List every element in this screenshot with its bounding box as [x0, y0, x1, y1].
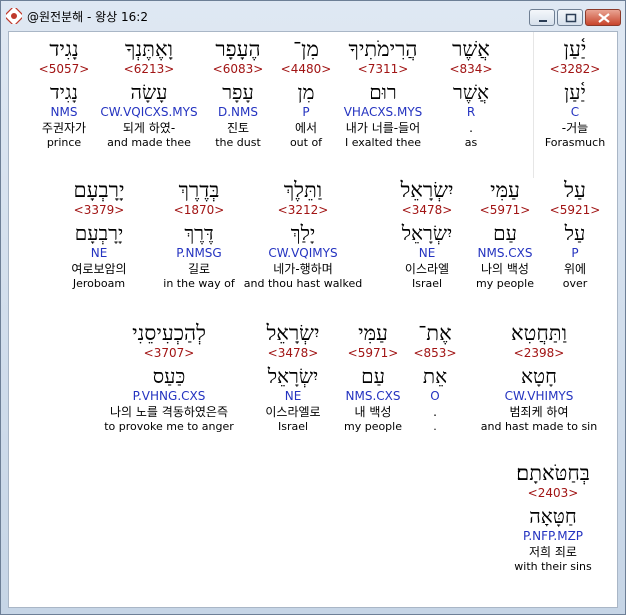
morphology-code: P.NFP.MZP — [522, 529, 584, 543]
strong-number[interactable]: <3707> — [84, 346, 254, 361]
morphology-code: NE — [90, 246, 108, 260]
korean-gloss: 여로보암의 — [71, 262, 127, 276]
word-entry[interactable]: לְהַכְעִיסֵנִי <3707> כַּעַס P.VHNG.CXS 나의 노… — [84, 320, 254, 434]
lemma-word: כַּעַס — [152, 364, 186, 388]
english-gloss: with their sins — [514, 560, 592, 573]
lemma-word: חַטָּאָה — [529, 504, 577, 528]
hebrew-word: בְּחַטֹּאתָם׃ — [516, 461, 590, 485]
window-title: @원전분해 - 왕상 16:2 — [27, 10, 148, 24]
word-entry[interactable]: בְּחַטֹּאתָם׃ <2403> חַטָּאָה P.NFP.MZP 저희 죄… — [468, 460, 617, 574]
strong-number[interactable]: <5057> — [9, 62, 149, 77]
korean-gloss: 나의 노를 격동하였은즉 — [109, 405, 229, 419]
minimize-icon — [539, 20, 547, 22]
hebrew-word: נָגִיד — [49, 37, 79, 61]
word-entry[interactable]: נָגִיד <5057> נָגִיד NMS 주권자가 prince — [9, 36, 149, 150]
app-icon — [6, 8, 22, 24]
english-gloss: to provoke me to anger — [104, 420, 234, 433]
close-button[interactable] — [585, 9, 621, 26]
close-icon — [598, 13, 610, 23]
maximize-button[interactable] — [557, 9, 583, 26]
app-window: @원전분해 - 왕상 16:2 יַ֫עַן <3282> יַ֫עַן C -거늘 Fo… — [0, 0, 626, 615]
strong-number[interactable]: <3379> — [14, 203, 184, 218]
english-gloss: prince — [46, 136, 82, 149]
word-entry[interactable]: יָרָבְעָם <3379> יָרָבְעָם NE 여로보암의 Jeroboam — [14, 177, 184, 291]
title-bar[interactable]: @원전분해 - 왕상 16:2 — [1, 1, 625, 31]
english-gloss: Jeroboam — [72, 277, 126, 290]
hebrew-word: לְהַכְעִיסֵנִי — [132, 321, 206, 345]
lemma-word: יָרָבְעָם — [74, 221, 124, 245]
morphology-code: NMS — [50, 105, 78, 119]
korean-gloss: 주권자가 — [41, 121, 87, 135]
lemma-word: נָגִיד — [50, 80, 78, 104]
hebrew-word: יָרָבְעָם — [73, 178, 125, 202]
minimize-button[interactable] — [529, 9, 555, 26]
analysis-panel: יַ֫עַן <3282> יַ֫עַן C -거늘 Forasmuch אֲשֶׁר <83… — [8, 31, 618, 608]
strong-number[interactable]: <2403> — [468, 486, 617, 501]
korean-gloss: 저희 죄로 — [529, 545, 577, 559]
maximize-icon — [565, 13, 577, 23]
morphology-code: P.VHNG.CXS — [132, 389, 206, 403]
